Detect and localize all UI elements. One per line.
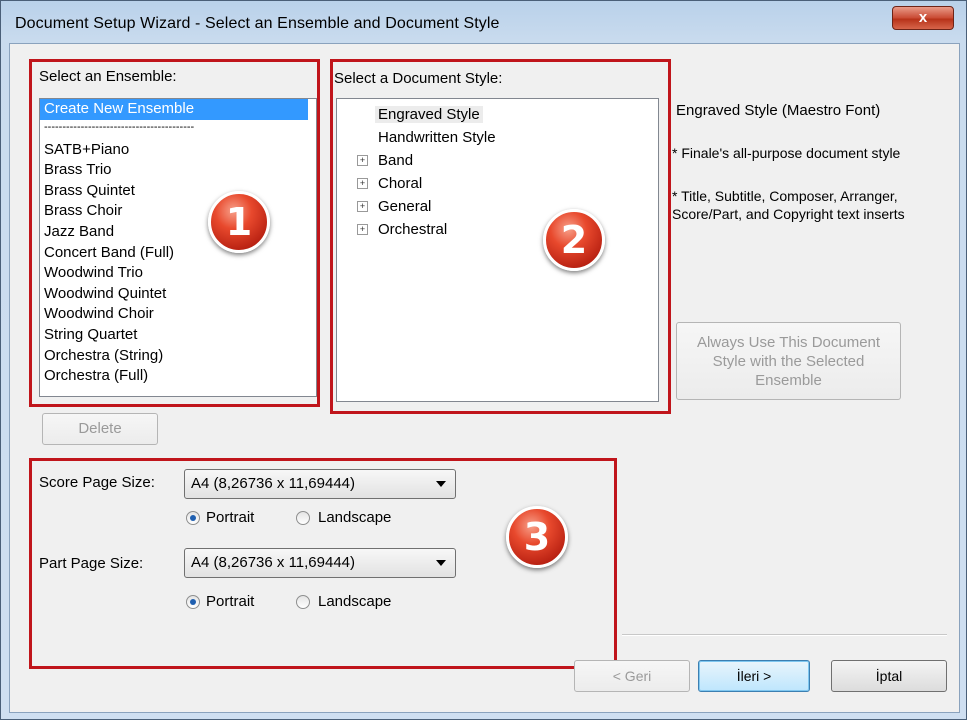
expand-plus-icon[interactable]: + [357, 201, 368, 212]
part-portrait-label: Portrait [206, 593, 255, 610]
style-group-label: Orchestral [378, 221, 448, 238]
style-description-line2: * Title, Subtitle, Composer, Arranger, S… [672, 188, 905, 222]
score-page-size-label: Score Page Size: [39, 474, 155, 491]
always-use-button[interactable]: Always Use This Document Style with the … [676, 322, 901, 400]
window-title: Document Setup Wizard - Select an Ensemb… [15, 15, 500, 32]
step-1-badge: 1 [208, 191, 270, 253]
part-page-size-value: A4 (8,26736 x 11,69444) [191, 554, 356, 571]
ensemble-list-item[interactable]: Orchestra (Full) [40, 366, 316, 387]
score-landscape-label: Landscape [318, 509, 392, 526]
expand-plus-icon[interactable]: + [357, 224, 368, 235]
score-landscape-radio[interactable] [296, 511, 310, 525]
chevron-down-icon [436, 481, 446, 487]
style-tree[interactable]: Engraved Style Handwritten Style + Band + C… [336, 98, 659, 402]
ensemble-list-item[interactable]: Orchestra (String) [40, 346, 316, 367]
close-button[interactable]: x [892, 6, 954, 30]
ensemble-list-item[interactable]: Brass Quintet [40, 181, 316, 202]
style-label: Select a Document Style: [334, 70, 503, 87]
style-group-item[interactable]: + Orchestral [337, 218, 658, 241]
score-page-size-select[interactable]: A4 (8,26736 x 11,69444) [184, 469, 456, 499]
part-page-size-label: Part Page Size: [39, 555, 144, 572]
ensemble-list-item[interactable]: SATB+Piano [40, 140, 316, 161]
ensemble-list-item[interactable]: Woodwind Trio [40, 263, 316, 284]
next-button[interactable]: İleri > [698, 660, 810, 692]
part-portrait-radio[interactable] [186, 595, 200, 609]
ensemble-create-new[interactable]: Create New Ensemble [40, 99, 308, 120]
ensemble-separator: ----------------------------------------… [44, 120, 195, 133]
part-landscape-radio[interactable] [296, 595, 310, 609]
step-3-badge: 3 [506, 506, 568, 568]
expand-plus-icon[interactable]: + [357, 178, 368, 189]
dialog-client-area: Select an Ensemble: Create New Ensemble … [9, 43, 960, 713]
footer-separator [622, 634, 947, 636]
style-group-label: General [378, 198, 432, 215]
part-page-size-select[interactable]: A4 (8,26736 x 11,69444) [184, 548, 456, 578]
style-item-engraved[interactable]: Engraved Style [337, 103, 658, 126]
style-group-item[interactable]: + Choral [337, 172, 658, 195]
ensemble-list-item[interactable]: Brass Choir [40, 201, 316, 222]
style-description-title: Engraved Style (Maestro Font) [676, 102, 881, 119]
ensemble-list-item[interactable]: Woodwind Choir [40, 304, 316, 325]
back-button[interactable]: < Geri [574, 660, 690, 692]
style-description-line1: * Finale's all-purpose document style [672, 145, 901, 161]
title-bar[interactable]: Document Setup Wizard - Select an Ensemb… [1, 1, 966, 41]
delete-button[interactable]: Delete [42, 413, 158, 445]
score-page-size-value: A4 (8,26736 x 11,69444) [191, 475, 356, 492]
style-group-label: Band [378, 152, 414, 169]
chevron-down-icon [436, 560, 446, 566]
expand-plus-icon[interactable]: + [357, 155, 368, 166]
ensemble-list-item[interactable]: Woodwind Quintet [40, 284, 316, 305]
ensemble-list-item[interactable]: String Quartet [40, 325, 316, 346]
step-2-badge: 2 [543, 209, 605, 271]
style-group-label: Choral [378, 175, 423, 192]
wizard-window: Document Setup Wizard - Select an Ensemb… [0, 0, 967, 720]
style-item-engraved-label: Engraved Style [375, 106, 483, 123]
ensemble-list-item[interactable]: Concert Band (Full) [40, 243, 316, 264]
score-portrait-radio[interactable] [186, 511, 200, 525]
ensemble-list-item[interactable]: Jazz Band [40, 222, 316, 243]
score-portrait-label: Portrait [206, 509, 255, 526]
ensemble-listbox[interactable]: Create New Ensemble --------------------… [39, 98, 317, 397]
style-group-item[interactable]: + Band [337, 149, 658, 172]
part-landscape-label: Landscape [318, 593, 392, 610]
ensemble-list-item[interactable]: Brass Trio [40, 160, 316, 181]
ensemble-label: Select an Ensemble: [39, 68, 177, 85]
style-item-handwritten[interactable]: Handwritten Style [337, 126, 658, 149]
style-group-item[interactable]: + General [337, 195, 658, 218]
cancel-button[interactable]: İptal [831, 660, 947, 692]
